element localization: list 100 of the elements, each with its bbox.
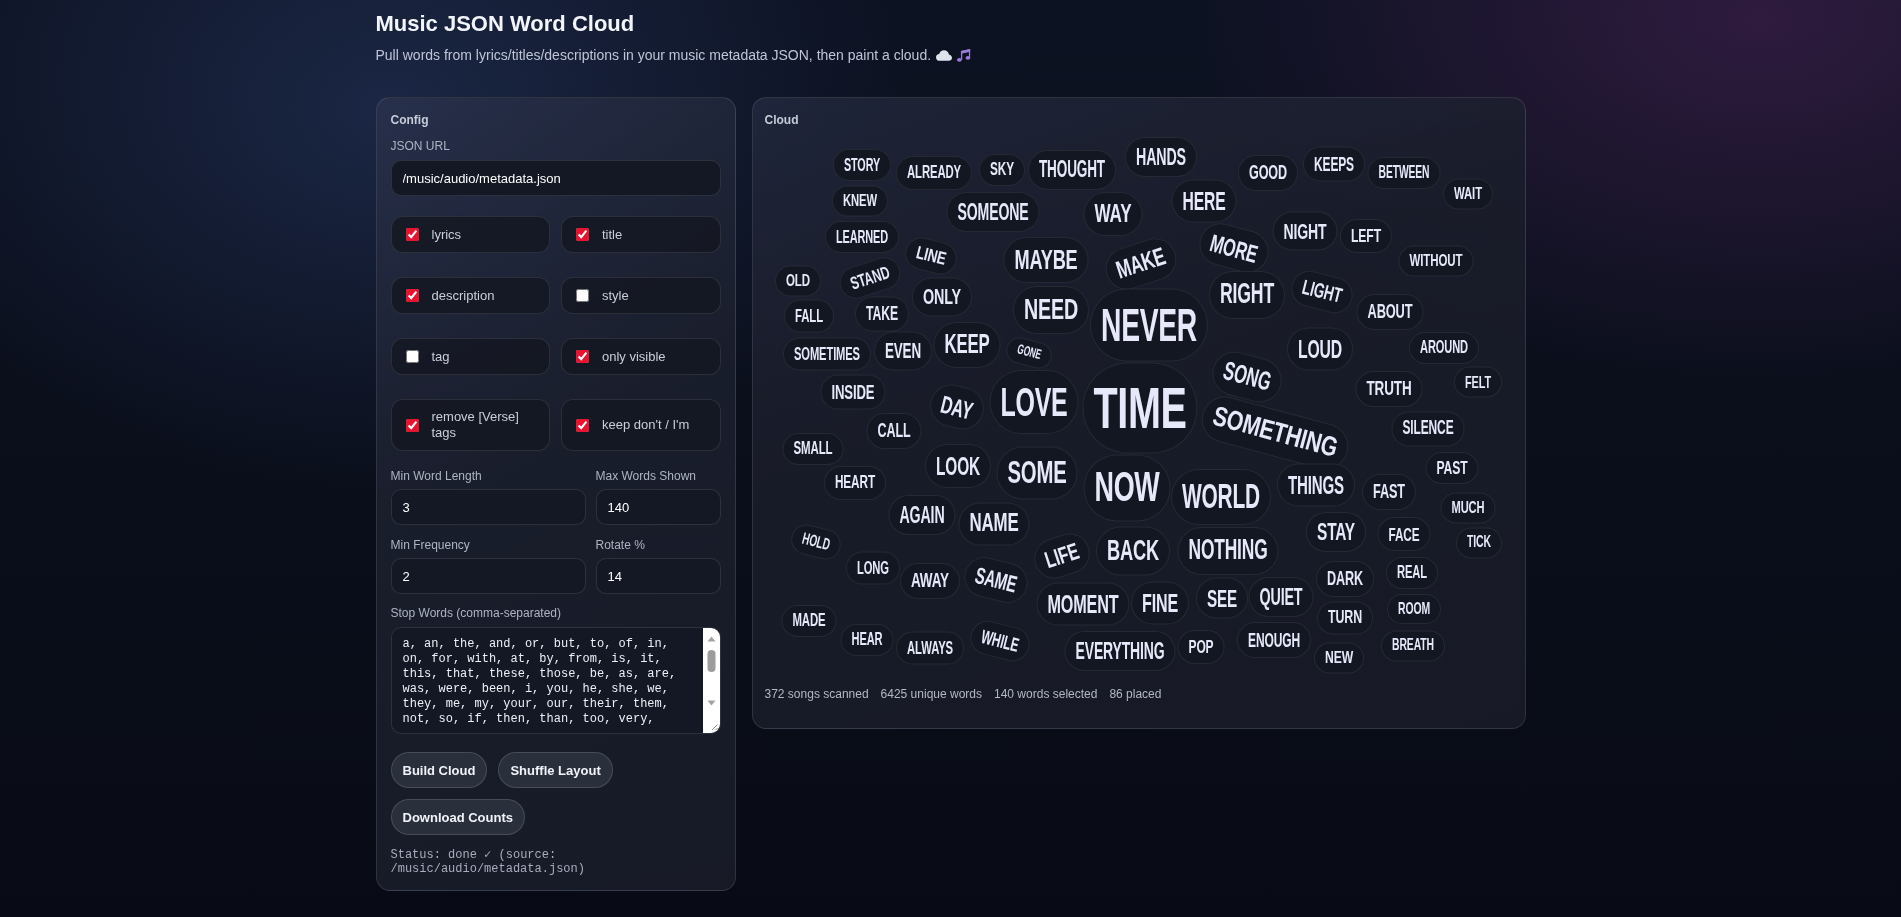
cloud-word: SOMETIMES <box>783 337 871 371</box>
checkbox-option[interactable]: remove [Verse] tags <box>390 399 550 451</box>
checkbox-option[interactable]: title <box>561 216 721 253</box>
cloud-word: AGAIN <box>888 495 956 535</box>
cloud-word: EVEN <box>874 331 932 371</box>
cloud-word: EVERYTHING <box>1064 631 1176 671</box>
checkbox-option[interactable]: lyrics <box>390 216 550 253</box>
cloud-word: SEE <box>1196 577 1248 619</box>
cloud-word: KEEP <box>933 322 1001 368</box>
checkbox-option[interactable]: style <box>561 277 721 314</box>
cloud-word: MADE <box>781 605 837 637</box>
cloud-word: WAIT <box>1443 178 1493 210</box>
checkbox[interactable] <box>405 418 419 432</box>
number-field[interactable]: 140 <box>595 489 721 525</box>
cloud-word: FELT <box>1454 366 1502 398</box>
cloud-word: THINGS <box>1277 463 1355 507</box>
cloud-word: RIGHT <box>1209 271 1285 319</box>
cloud-word: LOUD <box>1287 327 1353 371</box>
cloud-word: INSIDE <box>820 374 886 410</box>
cloud-word: WITHOUT <box>1398 245 1474 277</box>
cloud-word: ALWAYS <box>896 631 964 665</box>
field-label: Rotate % <box>595 538 646 553</box>
field-label: Max Words Shown <box>595 469 697 484</box>
cloud-word: TIME <box>1082 362 1198 454</box>
cloud-word: NEVER <box>1090 288 1208 362</box>
number-field[interactable]: 3 <box>390 489 586 525</box>
cloud-word: HERE <box>1171 179 1237 223</box>
checkbox[interactable] <box>576 418 589 432</box>
cloud-word: LEFT <box>1340 219 1392 253</box>
cloud-word: TURN <box>1317 601 1373 635</box>
cloud-word: POP <box>1177 630 1225 664</box>
action-button[interactable]: Download Counts <box>390 799 525 835</box>
number-field[interactable]: 2 <box>390 558 586 594</box>
checkbox[interactable] <box>405 228 419 241</box>
cloud-word: NIGHT <box>1272 211 1338 251</box>
cloud-word: ABOUT <box>1356 294 1424 330</box>
cloud-word: CALL <box>866 413 922 449</box>
cloud-word: OLD <box>775 265 821 297</box>
field-label: JSON URL <box>390 139 451 154</box>
cloud-word: TICK <box>1456 527 1502 559</box>
action-button[interactable]: Build Cloud <box>390 752 488 788</box>
cloud-icon <box>936 49 953 61</box>
cloud-word: LEARNED <box>825 221 899 253</box>
cloud-word: TAKE <box>855 296 909 332</box>
cloud-word: WAY <box>1083 192 1143 236</box>
panel-title: Config <box>390 112 430 128</box>
checkbox[interactable] <box>576 228 589 241</box>
checkbox-option[interactable]: description <box>390 277 550 314</box>
field-label: Min Frequency <box>390 538 471 553</box>
checkbox[interactable] <box>576 350 589 363</box>
page-title: Music JSON Word Cloud <box>375 10 636 38</box>
cloud-word: FALL <box>784 299 834 333</box>
stat-text: 6425 unique words <box>880 686 982 702</box>
cloud-word: LONG <box>846 551 900 585</box>
cloud-word: NOTHING <box>1177 527 1279 575</box>
cloud-word: TRUTH <box>1355 371 1423 407</box>
cloud-word: BACK <box>1096 526 1170 576</box>
cloud-word: ALREADY <box>896 156 972 190</box>
cloud-word: PAST <box>1425 452 1479 484</box>
cloud-word: NEW <box>1314 642 1364 674</box>
cloud-word: BETWEEN <box>1367 157 1441 189</box>
cloud-word: KEEPS <box>1303 146 1365 182</box>
stat-text: 140 words selected <box>994 686 1098 702</box>
cloud-word: AWAY <box>900 563 960 599</box>
checkbox[interactable] <box>576 289 589 302</box>
cloud-word: NAME <box>958 502 1030 546</box>
stat-text: 372 songs scanned <box>764 686 869 702</box>
cloud-word: SMALL <box>782 433 844 465</box>
cloud-word: SILENCE <box>1391 411 1465 447</box>
cloud-word: NEED <box>1013 286 1089 334</box>
cloud-word: DARK <box>1316 561 1374 597</box>
cloud-word: KNEW <box>832 185 888 217</box>
cloud-word: HEART <box>824 466 886 500</box>
cloud-word: MUCH <box>1440 492 1496 524</box>
checkbox[interactable] <box>405 289 419 302</box>
cloud-word: SOMEONE <box>946 192 1040 232</box>
cloud-word: MOMENT <box>1036 582 1130 626</box>
cloud-word: MAYBE <box>1003 237 1089 283</box>
cloud-word: THOUGHT <box>1028 150 1116 190</box>
cloud-word: QUIET <box>1248 577 1314 617</box>
cloud-word: AROUND <box>1409 332 1479 364</box>
cloud-word: REAL <box>1386 557 1438 589</box>
cloud-word: FAST <box>1362 474 1416 510</box>
cloud-word: LOOK <box>925 444 991 488</box>
url-field[interactable]: /music/audio/metadata.json <box>390 160 721 196</box>
cloud-word: WORLD <box>1171 469 1271 525</box>
field-label: Min Word Length <box>390 469 483 484</box>
cloud-word: ENOUGH <box>1237 622 1311 658</box>
cloud-word: ONLY <box>912 277 972 317</box>
number-field[interactable]: 14 <box>595 558 721 594</box>
checkbox[interactable] <box>405 350 419 363</box>
cloud-word: SKY <box>979 154 1025 186</box>
cloud-word: STORY <box>833 149 891 181</box>
checkbox-option[interactable]: keep don't / I'm <box>561 399 721 451</box>
cloud-word: FINE <box>1131 581 1189 625</box>
stop-words-field[interactable]: a, an, the, and, or, but, to, of, in, on, for, with, at, by, from, is, it, this, that, these, those, be, as, are, was, were, been, i, you, he, she, we, they, me, my, your, our, their, them, not, so, if, then, than, too, very, <box>390 627 721 734</box>
subtitle: Pull words from lyrics/titles/descriptions in your music metadata JSON, then paint a cloud. <box>375 46 932 64</box>
checkbox-option[interactable]: only visible <box>561 338 721 375</box>
action-button[interactable]: Shuffle Layout <box>498 752 613 788</box>
checkbox-option[interactable]: tag <box>390 338 550 375</box>
